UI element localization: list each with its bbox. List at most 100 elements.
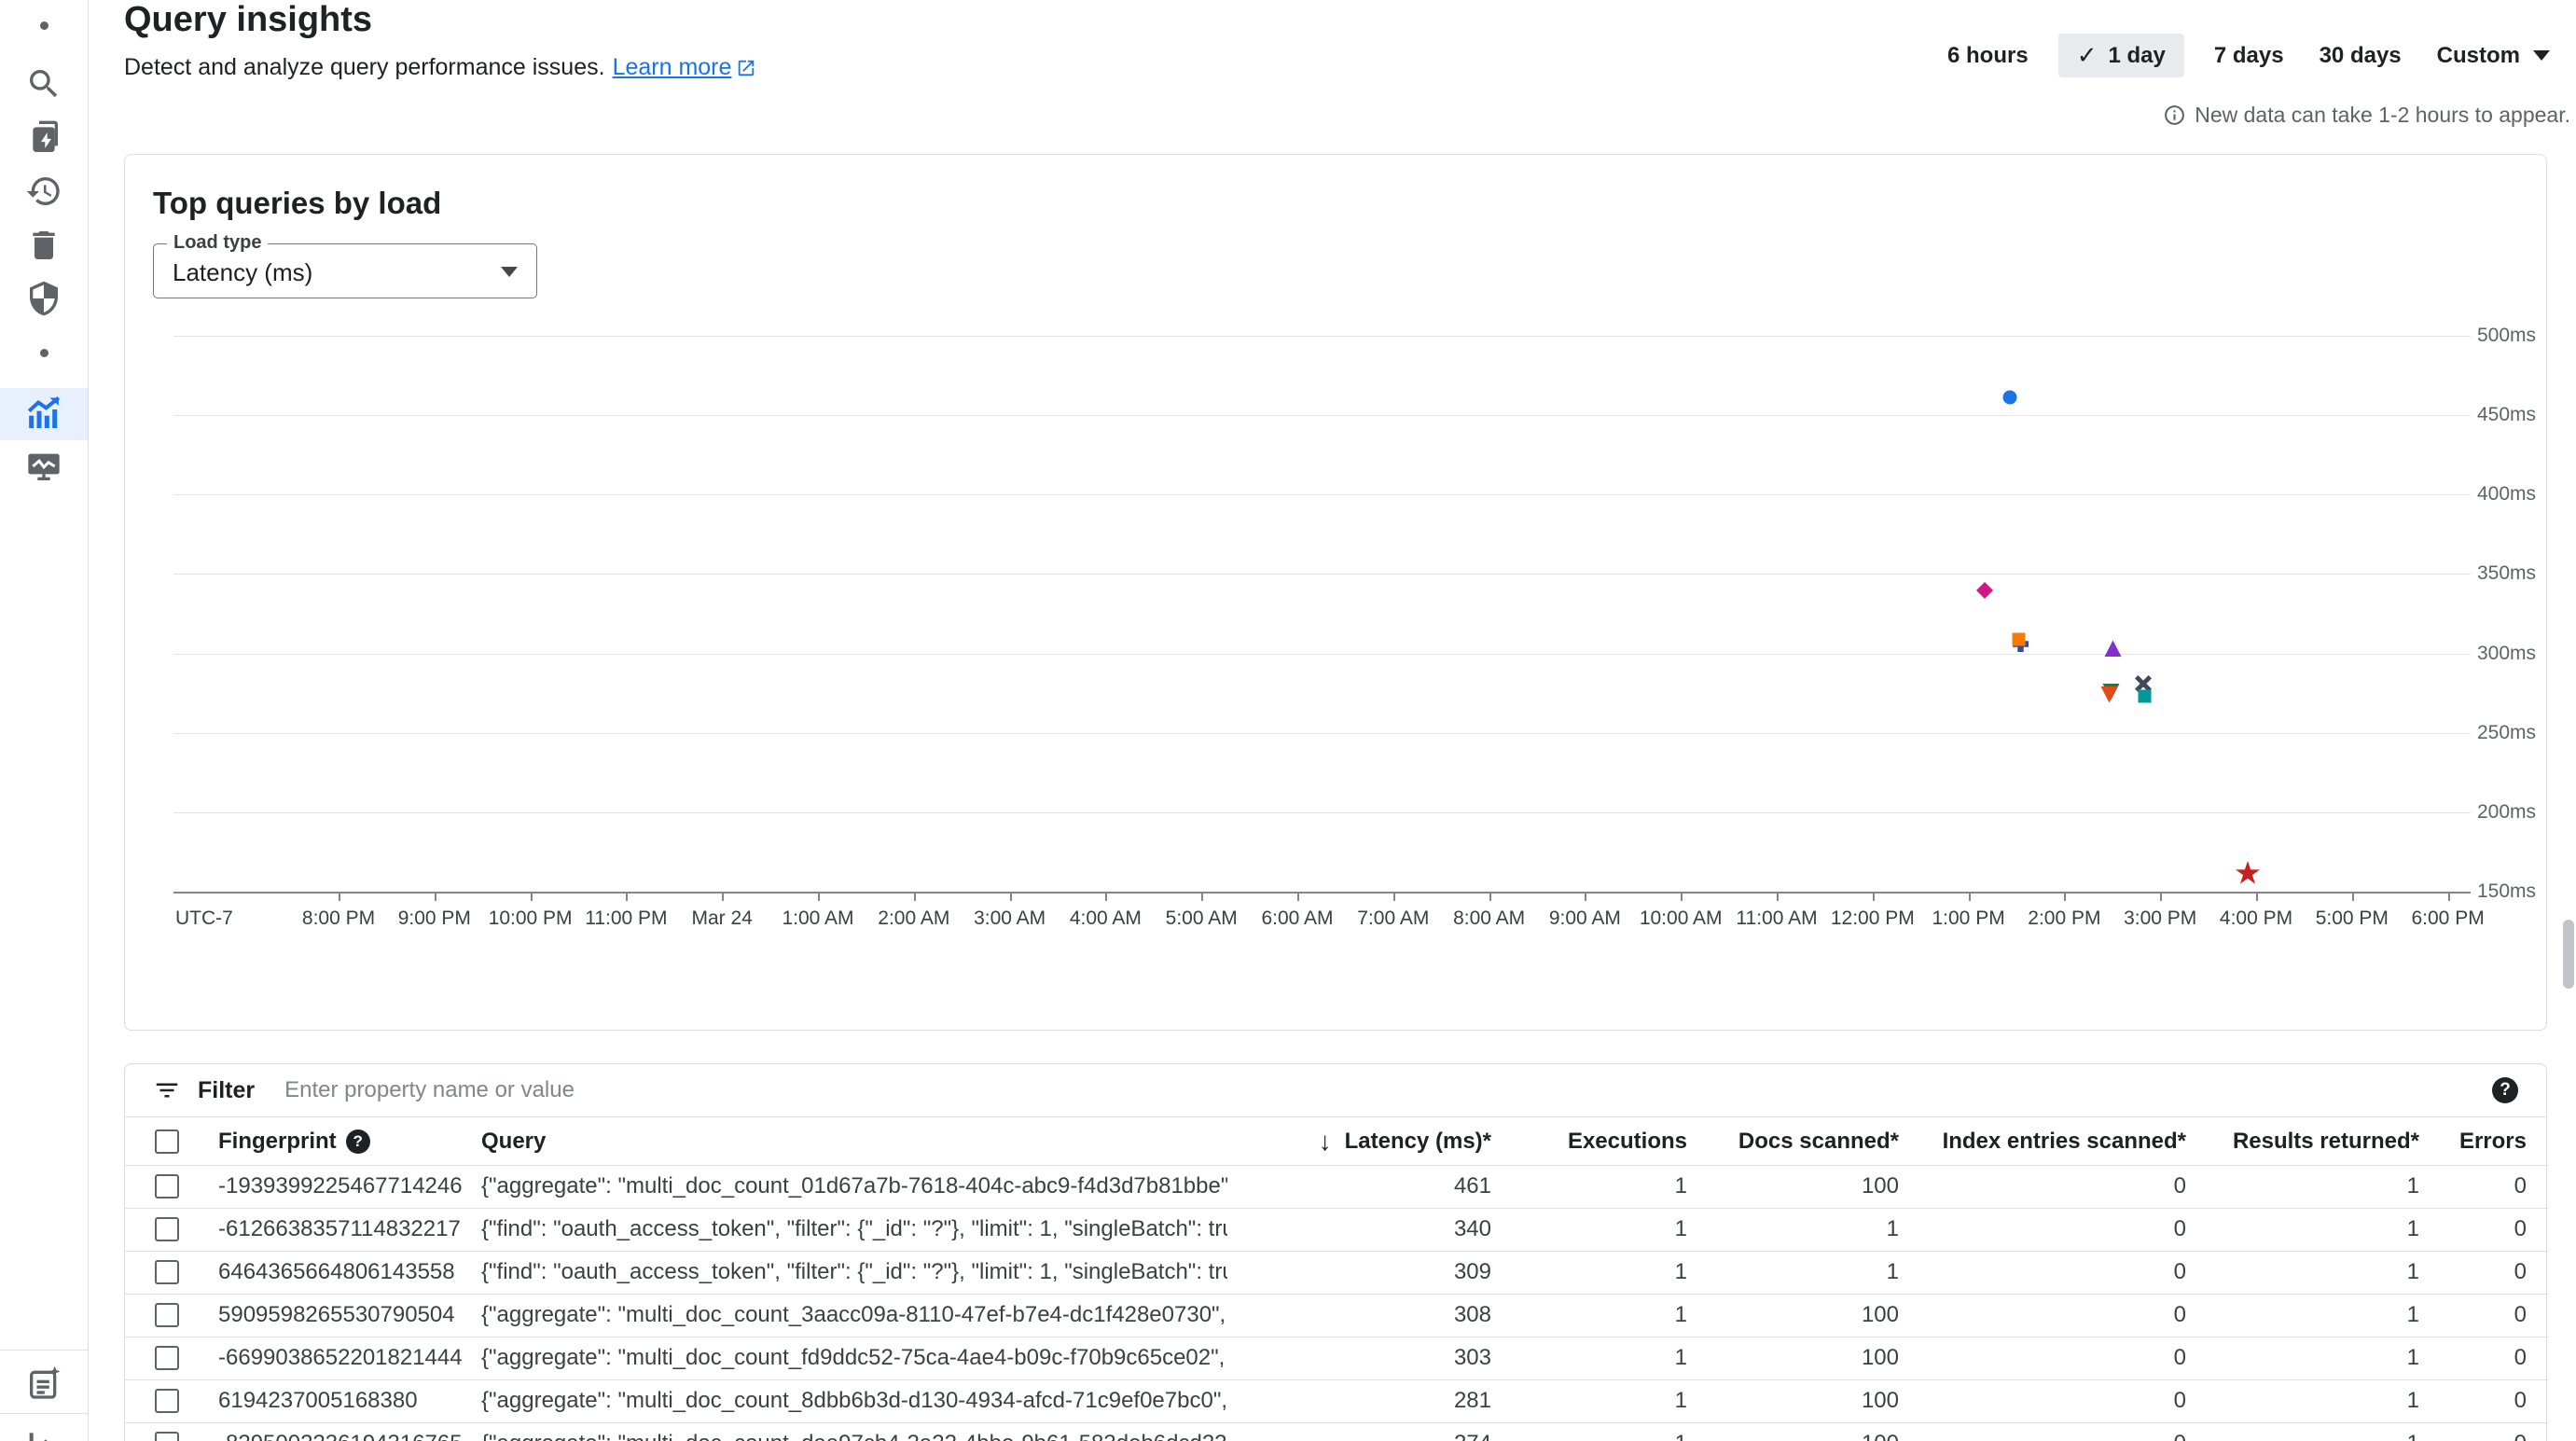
- row-select-cell: [125, 1422, 218, 1441]
- cell-fingerprint: -1939399225467714246: [218, 1165, 481, 1208]
- table-row[interactable]: -6699038652201821444{"aggregate": "multi…: [125, 1337, 2548, 1379]
- sidebar-item-query-editor[interactable]: [0, 112, 88, 164]
- select-all-checkbox[interactable]: [155, 1129, 179, 1154]
- filter-input[interactable]: [284, 1077, 2492, 1103]
- sidebar-item-dot-0[interactable]: [0, 0, 88, 51]
- cell-errors: 0: [2419, 1208, 2548, 1251]
- chevron-down-icon: [2533, 50, 2550, 61]
- cell-executions: 1: [1491, 1165, 1687, 1208]
- page-scrollbar-thumb[interactable]: [2563, 920, 2574, 989]
- row-checkbox[interactable]: [155, 1303, 179, 1327]
- page-title: Query insights: [124, 0, 372, 40]
- x-axis-tick: [2064, 892, 2066, 901]
- cell-executions: 1: [1491, 1337, 1687, 1379]
- column-header-results_returned[interactable]: Results returned*: [2186, 1118, 2419, 1165]
- cell-index-entries: 0: [1899, 1251, 2186, 1294]
- left-nav-rail: [0, 0, 89, 1441]
- cell-fingerprint: 6194237005168380: [218, 1379, 481, 1422]
- x-axis-label: 4:00 PM: [2220, 908, 2292, 930]
- time-range-30-days[interactable]: 30 days: [2320, 43, 2402, 69]
- time-range-1-day[interactable]: ✓1 day: [2058, 34, 2184, 77]
- row-checkbox[interactable]: [155, 1346, 179, 1370]
- table-row[interactable]: 6194237005168380{"aggregate": "multi_doc…: [125, 1379, 2548, 1422]
- gridline-200ms: [173, 812, 2471, 813]
- fingerprint-help-icon[interactable]: ?: [346, 1129, 370, 1154]
- cell-errors: 0: [2419, 1379, 2548, 1422]
- sidebar-item-dot-6[interactable]: [0, 326, 88, 379]
- row-select-cell: [125, 1165, 218, 1208]
- row-checkbox[interactable]: [155, 1260, 179, 1284]
- y-axis-label: 400ms: [2477, 483, 2576, 506]
- x-axis-tick: [339, 892, 340, 901]
- y-axis-label: 200ms: [2477, 801, 2576, 824]
- x-axis-tick: [2256, 892, 2258, 901]
- column-header-fingerprint[interactable]: Fingerprint?: [218, 1118, 481, 1165]
- x-axis-label: 5:00 AM: [1166, 908, 1238, 930]
- x-axis-label: 11:00 AM: [1736, 908, 1817, 930]
- sidebar-item-query-insights[interactable]: [0, 388, 88, 440]
- column-header-docs_scanned[interactable]: Docs scanned*: [1687, 1118, 1899, 1165]
- load-type-select[interactable]: Load type Latency (ms): [153, 243, 537, 298]
- x-axis-label: 4:00 AM: [1070, 908, 1142, 930]
- learn-more-link[interactable]: Learn more: [613, 54, 757, 81]
- data-point-star: [2236, 861, 2260, 890]
- table-row[interactable]: -1939399225467714246{"aggregate": "multi…: [125, 1165, 2548, 1208]
- time-range-6-hours[interactable]: 6 hours: [1947, 43, 2029, 69]
- x-axis-tick: [914, 892, 916, 901]
- x-axis-tick: [1105, 892, 1107, 901]
- sidebar-item-security[interactable]: [0, 272, 88, 325]
- cell-docs-scanned: 100: [1687, 1379, 1899, 1422]
- cell-latency: 461: [1227, 1165, 1491, 1208]
- x-axis-label: 10:00 PM: [489, 908, 573, 930]
- row-checkbox[interactable]: [155, 1389, 179, 1413]
- filter-label: Filter: [198, 1077, 255, 1104]
- row-checkbox[interactable]: [155, 1217, 179, 1241]
- x-axis-label: 2:00 AM: [878, 908, 949, 930]
- sidebar-item-system-insights[interactable]: [0, 440, 88, 492]
- cell-errors: 0: [2419, 1251, 2548, 1294]
- cell-docs-scanned: 100: [1687, 1294, 1899, 1337]
- sidebar-item-history[interactable]: [0, 165, 88, 217]
- collapse-panel-partial-icon: [25, 1430, 62, 1441]
- column-header-query[interactable]: Query: [481, 1118, 1227, 1165]
- x-axis-tick: [1777, 892, 1779, 901]
- time-range-7-days[interactable]: 7 days: [2214, 43, 2284, 69]
- x-axis-label: 2:00 PM: [2028, 908, 2100, 930]
- query-insights-icon: [25, 395, 62, 433]
- sidebar-item-release-notes-sparkle[interactable]: [0, 1357, 88, 1409]
- x-axis-tick: [1969, 892, 1971, 901]
- cell-latency: 308: [1227, 1294, 1491, 1337]
- cell-latency: 309: [1227, 1251, 1491, 1294]
- column-header-errors[interactable]: Errors: [2419, 1118, 2548, 1165]
- x-axis-label: 11:00 PM: [585, 908, 667, 930]
- row-checkbox[interactable]: [155, 1432, 179, 1441]
- sidebar-item-delete[interactable]: [0, 219, 88, 271]
- x-axis-label: 12:00 PM: [1831, 908, 1915, 930]
- cell-errors: 0: [2419, 1294, 2548, 1337]
- row-select-cell: [125, 1294, 218, 1337]
- column-header-latency[interactable]: ↓Latency (ms)*: [1227, 1118, 1491, 1165]
- cell-index-entries: 0: [1899, 1379, 2186, 1422]
- time-range-custom[interactable]: Custom: [2437, 43, 2550, 69]
- x-axis-tick: [1585, 892, 1586, 901]
- table-row[interactable]: 6464365664806143558{"find": "oauth_acces…: [125, 1251, 2548, 1294]
- sidebar-item-collapse-panel-partial[interactable]: [0, 1422, 88, 1441]
- x-axis-label: Mar 24: [692, 908, 753, 930]
- sidebar-item-search[interactable]: [0, 58, 88, 110]
- column-header-executions[interactable]: Executions: [1491, 1118, 1687, 1165]
- cell-latency: 303: [1227, 1337, 1491, 1379]
- cell-index-entries: 0: [1899, 1422, 2186, 1441]
- row-checkbox[interactable]: [155, 1174, 179, 1199]
- filter-icon: [153, 1076, 181, 1104]
- table-row[interactable]: -6126638357114832217{"find": "oauth_acce…: [125, 1208, 2548, 1251]
- cell-query: {"aggregate": "multi_doc_count_01d67a7b-…: [481, 1165, 1227, 1208]
- table-row[interactable]: -8295002236194316765{"aggregate": "multi…: [125, 1422, 2548, 1441]
- sort-desc-icon[interactable]: ↓: [1319, 1127, 1332, 1157]
- table-row[interactable]: 5909598265530790504{"aggregate": "multi_…: [125, 1294, 2548, 1337]
- column-header-index_entries_scanned[interactable]: Index entries scanned*: [1899, 1118, 2186, 1165]
- table-help-icon[interactable]: ?: [2492, 1077, 2518, 1103]
- x-axis-tick: [1010, 892, 1012, 901]
- cell-docs-scanned: 1: [1687, 1208, 1899, 1251]
- x-axis-tick: [2160, 892, 2162, 901]
- cell-results-returned: 1: [2186, 1208, 2419, 1251]
